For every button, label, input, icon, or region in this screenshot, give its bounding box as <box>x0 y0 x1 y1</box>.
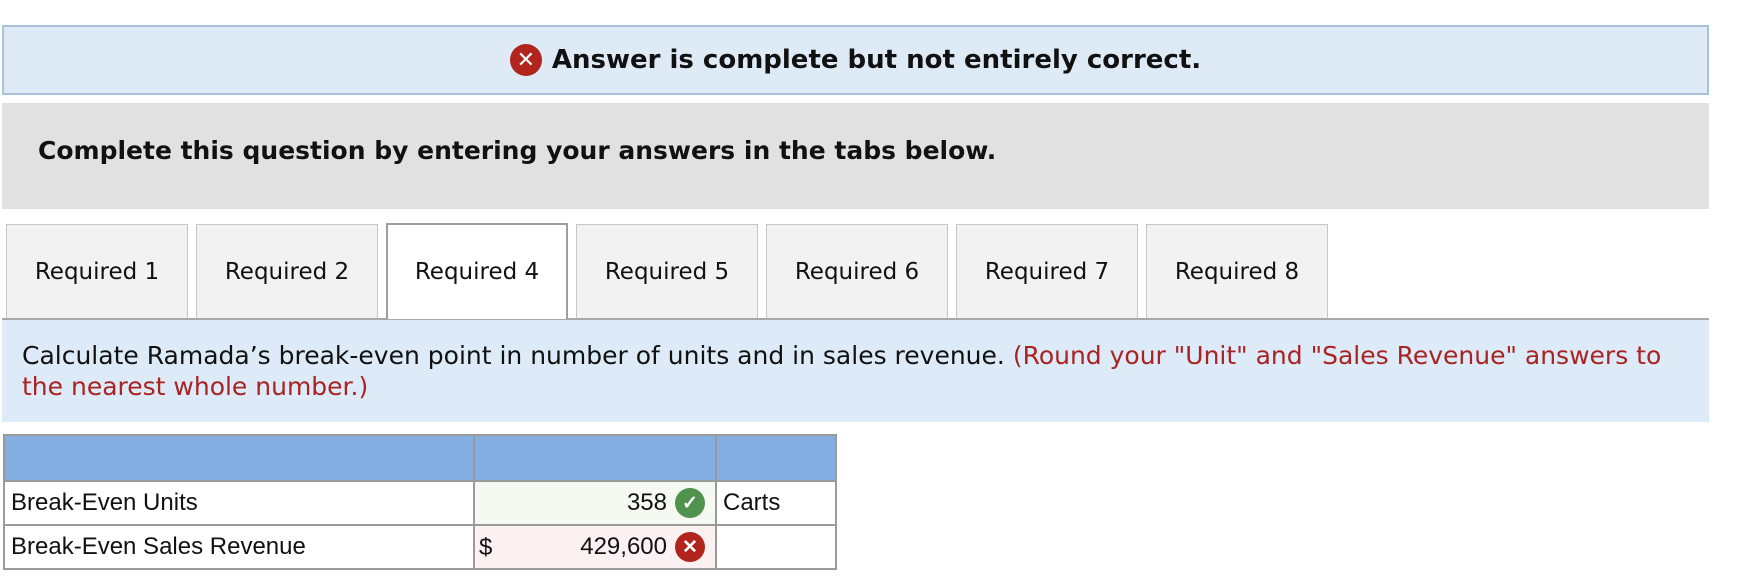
tab-required-2[interactable]: Required 2 <box>196 224 378 318</box>
row-label: Break-Even Sales Revenue <box>3 524 475 570</box>
tab-required-1[interactable]: Required 1 <box>6 224 188 318</box>
tab-required-5[interactable]: Required 5 <box>576 224 758 318</box>
tab-label: Required 2 <box>224 258 350 285</box>
answer-value: 358 <box>626 489 667 516</box>
row-label: Break-Even Units <box>3 480 475 526</box>
result-banner: ✕ Answer is complete but not entirely co… <box>2 25 1709 95</box>
instruction-text: Complete this question by entering your … <box>38 135 997 165</box>
header-cell <box>3 434 475 482</box>
question-panel: Calculate Ramada’s break-even point in n… <box>2 320 1709 422</box>
header-cell <box>473 434 717 482</box>
tab-required-6[interactable]: Required 6 <box>766 224 948 318</box>
tab-label: Required 1 <box>34 258 160 285</box>
tab-label: Required 7 <box>984 258 1110 285</box>
tab-bar: Required 1 Required 2 Required 4 Require… <box>6 223 1336 319</box>
result-message: Answer is complete but not entirely corr… <box>551 45 1202 75</box>
answer-table: Break-Even Units 358 ✓ Carts Break-Even … <box>3 434 837 570</box>
tab-divider <box>2 318 1709 320</box>
tab-required-8[interactable]: Required 8 <box>1146 224 1328 318</box>
units-answer-field[interactable]: 358 ✓ <box>473 480 717 526</box>
header-cell <box>715 434 837 482</box>
tab-label: Required 5 <box>604 258 730 285</box>
table-header-row <box>3 434 837 482</box>
currency-symbol: $ <box>479 534 493 561</box>
checkmark-icon: ✓ <box>675 488 705 518</box>
unit-label: Carts <box>715 480 837 526</box>
instruction-panel: Complete this question by entering your … <box>2 103 1709 209</box>
tab-required-7[interactable]: Required 7 <box>956 224 1138 318</box>
sales-revenue-answer-field[interactable]: $ 429,600 ✕ <box>473 524 717 570</box>
question-text: Calculate Ramada’s break-even point in n… <box>22 341 1005 370</box>
table-row: Break-Even Units 358 ✓ Carts <box>3 480 837 526</box>
error-circle-icon: ✕ <box>509 44 542 76</box>
error-x-icon: ✕ <box>675 532 705 562</box>
tab-required-4[interactable]: Required 4 <box>386 223 568 319</box>
tab-label: Required 4 <box>414 259 540 285</box>
unit-label <box>715 524 837 570</box>
tab-label: Required 8 <box>1174 258 1300 285</box>
tab-label: Required 6 <box>794 258 920 285</box>
answer-value: 429,600 <box>580 533 667 560</box>
table-row: Break-Even Sales Revenue $ 429,600 ✕ <box>3 524 837 570</box>
